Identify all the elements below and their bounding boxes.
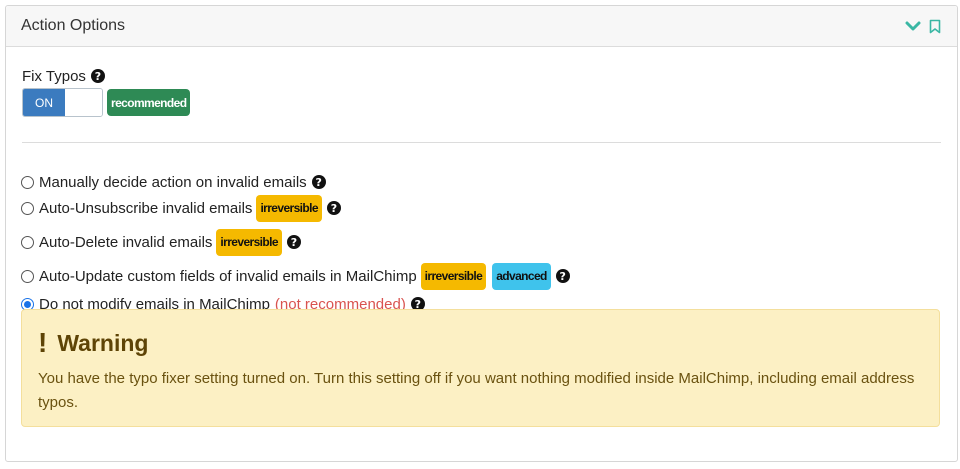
panel-header-icons: [905, 18, 943, 34]
help-icon[interactable]: ?: [90, 69, 105, 83]
option-label: Manually decide action on invalid emails: [39, 173, 307, 191]
fix-typos-label: Fix Typos: [22, 67, 86, 85]
option-label: Auto-Unsubscribe invalid emails: [39, 199, 253, 217]
warning-alert: ! Warning You have the typo fixer settin…: [21, 309, 940, 427]
irreversible-badge: irreversible: [216, 228, 282, 256]
panel-body: Fix Typos ? ON recommended: [6, 47, 957, 117]
option-auto-unsubscribe[interactable]: Auto-Unsubscribe invalid emails irrevers…: [21, 194, 341, 222]
fix-typos-row: Fix Typos ?: [22, 67, 941, 85]
fix-typos-toggle-row: ON recommended: [22, 88, 941, 117]
option-manual-decide[interactable]: Manually decide action on invalid emails…: [21, 172, 326, 192]
action-options-panel: Action Options Fix Typos ? ON recommende…: [5, 5, 958, 462]
panel-title: Action Options: [21, 17, 126, 34]
section-divider: [22, 142, 941, 143]
recommended-badge: recommended: [107, 89, 191, 116]
help-icon[interactable]: ?: [286, 235, 301, 249]
advanced-badge: advanced: [492, 262, 551, 290]
option-auto-update-fields[interactable]: Auto-Update custom fields of invalid ema…: [21, 262, 570, 290]
radio-auto-delete[interactable]: [21, 235, 34, 249]
help-icon[interactable]: ?: [311, 175, 326, 189]
radio-auto-update-fields[interactable]: [21, 269, 34, 283]
toggle-off-handle: [65, 89, 102, 116]
toggle-on-label: ON: [23, 89, 65, 116]
radio-auto-unsubscribe[interactable]: [21, 201, 34, 215]
warning-text: You have the typo fixer setting turned o…: [38, 370, 915, 411]
help-icon[interactable]: ?: [326, 201, 341, 215]
radio-manual-decide[interactable]: [21, 175, 34, 189]
chevron-down-icon[interactable]: [905, 18, 921, 34]
panel-header: Action Options: [6, 6, 957, 47]
option-label: Auto-Delete invalid emails: [39, 233, 213, 251]
exclamation-icon: !: [38, 327, 48, 358]
warning-title: Warning: [57, 329, 149, 356]
fix-typos-toggle[interactable]: ON: [22, 88, 103, 117]
option-auto-delete[interactable]: Auto-Delete invalid emails irreversible …: [21, 228, 301, 256]
irreversible-badge: irreversible: [420, 262, 487, 290]
irreversible-badge: irreversible: [256, 194, 322, 222]
bookmark-icon[interactable]: [927, 18, 943, 34]
help-icon[interactable]: ?: [555, 269, 570, 283]
option-label: Auto-Update custom fields of invalid ema…: [39, 267, 417, 285]
warning-heading: ! Warning: [38, 327, 939, 358]
